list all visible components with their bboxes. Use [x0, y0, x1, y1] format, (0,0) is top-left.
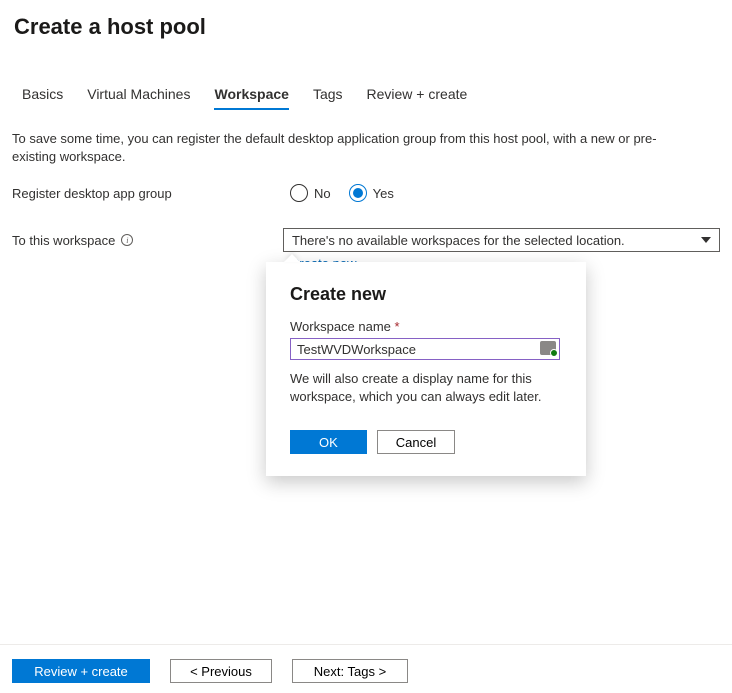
register-row: Register desktop app group No Yes [0, 166, 732, 202]
password-manager-icon[interactable] [540, 341, 556, 355]
tab-virtual-machines[interactable]: Virtual Machines [87, 86, 190, 110]
next-button[interactable]: Next: Tags > [292, 659, 408, 683]
page-title: Create a host pool [0, 0, 732, 40]
register-label: Register desktop app group [12, 186, 290, 201]
required-marker: * [395, 319, 400, 334]
radio-no-circle [290, 184, 308, 202]
radio-yes-dot [353, 188, 363, 198]
cancel-button[interactable]: Cancel [377, 430, 455, 454]
ok-button[interactable]: OK [290, 430, 367, 454]
radio-no[interactable]: No [290, 184, 331, 202]
callout-button-row: OK Cancel [290, 430, 562, 454]
workspace-label: To this workspace i [12, 233, 283, 248]
tab-workspace[interactable]: Workspace [214, 86, 288, 110]
tab-tags[interactable]: Tags [313, 86, 343, 110]
workspace-name-input-wrap [290, 338, 560, 360]
radio-yes-circle [349, 184, 367, 202]
radio-no-label: No [314, 186, 331, 201]
previous-button[interactable]: < Previous [170, 659, 272, 683]
radio-yes-label: Yes [373, 186, 394, 201]
workspace-dropdown[interactable]: There's no available workspaces for the … [283, 228, 720, 252]
workspace-name-label-text: Workspace name [290, 319, 391, 334]
callout-help-text: We will also create a display name for t… [290, 370, 560, 406]
workspace-name-label: Workspace name * [290, 319, 562, 334]
intro-text: To save some time, you can register the … [0, 110, 710, 166]
register-label-text: Register desktop app group [12, 186, 172, 201]
review-create-button[interactable]: Review + create [12, 659, 150, 683]
workspace-label-text: To this workspace [12, 233, 115, 248]
register-radio-group: No Yes [290, 184, 394, 202]
workspace-row: To this workspace i There's no available… [0, 202, 732, 252]
chevron-down-icon [701, 237, 711, 243]
callout-title: Create new [290, 284, 562, 305]
create-new-callout: Create new Workspace name * We will also… [266, 262, 586, 476]
workspace-name-input[interactable] [290, 338, 560, 360]
radio-yes[interactable]: Yes [349, 184, 394, 202]
tab-review-create[interactable]: Review + create [367, 86, 468, 110]
workspace-dropdown-text: There's no available workspaces for the … [292, 233, 625, 248]
wizard-footer: Review + create < Previous Next: Tags > [0, 644, 732, 693]
tabs-bar: Basics Virtual Machines Workspace Tags R… [0, 40, 732, 110]
info-icon[interactable]: i [121, 234, 133, 246]
tab-basics[interactable]: Basics [22, 86, 63, 110]
